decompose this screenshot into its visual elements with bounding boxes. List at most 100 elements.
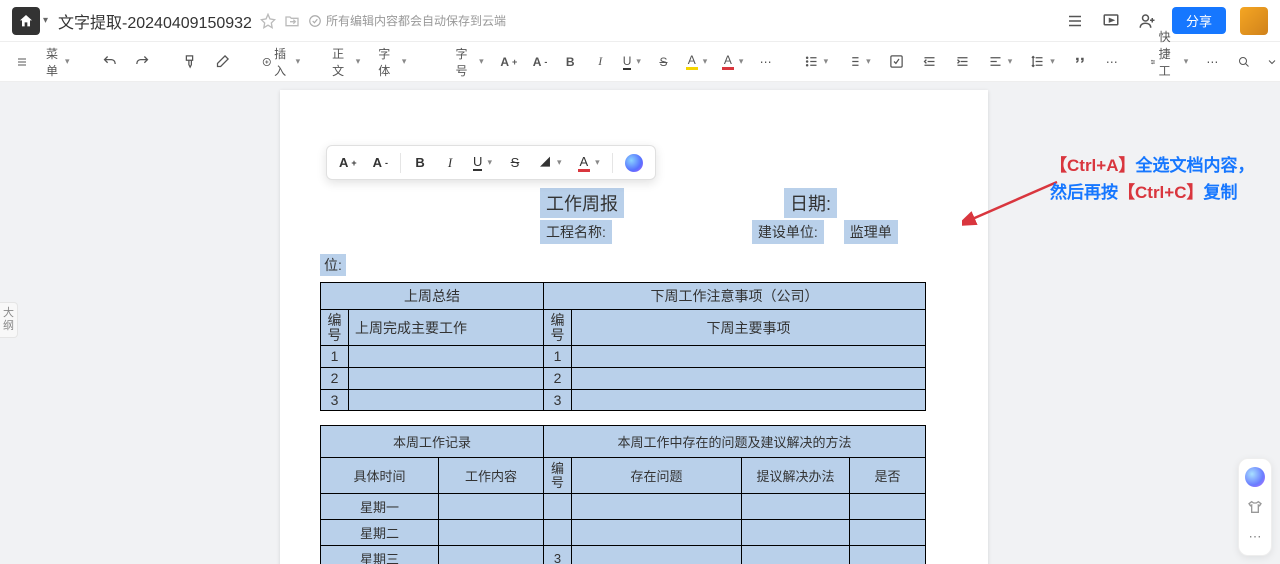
table-row: 11 [321, 346, 926, 368]
user-avatar[interactable] [1240, 7, 1268, 35]
outline-panel-tab[interactable]: 大纲 [0, 302, 18, 338]
supervisor-label: 监理单 [844, 220, 898, 244]
checklist-button[interactable] [883, 50, 910, 73]
font-size-select[interactable]: 字号▾ [450, 41, 490, 83]
more-tools-button[interactable]: ⋯ [1200, 51, 1224, 73]
sliders-icon [1150, 55, 1156, 69]
indent-icon [955, 54, 970, 69]
eraser-icon [215, 54, 230, 69]
format-painter-button[interactable] [176, 50, 203, 73]
search-button[interactable] [1232, 50, 1256, 74]
t1-num-left: 编号 [321, 310, 349, 346]
ctx-decrease-font[interactable]: A- [369, 152, 392, 173]
t1-right-header: 下周工作注意事项（公司） [544, 283, 926, 310]
menu-button[interactable] [1064, 10, 1086, 32]
align-icon [988, 54, 1003, 69]
menu-button[interactable]: 菜单▾ [40, 41, 76, 83]
checklist-icon [889, 54, 904, 69]
build-label: 建设单位: [752, 220, 824, 244]
t1-num-right: 编号 [544, 310, 572, 346]
table-summary: 上周总结 下周工作注意事项（公司） 编号 上周完成主要工作 编号 下周主要事项 … [320, 282, 926, 411]
ctx-strike[interactable]: S [504, 152, 526, 173]
more-actions-button[interactable]: ⋯ [1245, 527, 1265, 547]
paragraph-style-select[interactable]: 正文▾ [326, 41, 366, 83]
redo-button[interactable] [129, 50, 156, 73]
t2-yesno-col: 是否 [850, 458, 926, 494]
line-spacing-icon [1030, 54, 1045, 69]
redo-icon [135, 54, 150, 69]
folder-icon [284, 13, 300, 29]
undo-button[interactable] [96, 50, 123, 73]
decrease-font-button[interactable]: A- [528, 51, 552, 73]
toolbar-menu-toggle[interactable] [10, 51, 34, 73]
wei-row: 位: [320, 254, 948, 276]
editor-canvas[interactable]: 大纲 A+ A- B I U▾ S ◢▾ A▾ 工作周报 日期: 工程名称: 建… [0, 82, 1280, 564]
bold-button[interactable]: B [558, 51, 582, 73]
more-paragraph-button[interactable]: ⋯ [1100, 51, 1124, 73]
document-body[interactable]: 工作周报 日期: 工程名称: 建设单位: 监理单 位: 上周总结 下周工作注意事… [280, 188, 988, 564]
outdent-button[interactable] [916, 50, 943, 73]
ctx-bold[interactable]: B [409, 152, 431, 173]
clear-format-button[interactable] [209, 50, 236, 73]
ctx-italic[interactable]: I [439, 152, 461, 174]
t2-content-col: 工作内容 [439, 458, 544, 494]
more-format-button[interactable]: ⋯ [754, 51, 778, 73]
outdent-icon [922, 54, 937, 69]
home-button[interactable] [12, 7, 40, 35]
project-label: 工程名称: [540, 220, 612, 244]
context-toolbar: A+ A- B I U▾ S ◢▾ A▾ [326, 145, 656, 180]
ctx-highlight[interactable]: ◢▾ [534, 150, 566, 175]
font-family-select[interactable]: 字体▾ [372, 41, 412, 83]
table-row: 星期一 [321, 494, 926, 520]
present-button[interactable] [1100, 10, 1122, 32]
font-color-button[interactable]: A▾ [718, 49, 748, 74]
ordered-list-icon [846, 54, 861, 69]
home-dropdown-caret[interactable]: ▾ [43, 15, 48, 26]
lines-icon [16, 55, 28, 69]
main-toolbar: 菜单▾ 插入▾ 正文▾ 字体▾ 字号▾ A+ A- B I U▾ S A▾ A▾… [0, 42, 1280, 82]
table-row: 星期三3 [321, 546, 926, 564]
t1-left-sub: 上周完成主要工作 [349, 310, 544, 346]
ordered-list-button[interactable]: ▾ [840, 50, 877, 73]
t2-time-col: 具体时间 [321, 458, 439, 494]
home-icon [18, 13, 34, 29]
insert-button[interactable]: 插入▾ [256, 41, 307, 83]
align-button[interactable]: ▾ [982, 50, 1019, 73]
floating-actions: ⋯ [1238, 458, 1272, 556]
bullet-list-icon [804, 54, 819, 69]
ai-icon [625, 154, 643, 172]
wei-label: 位: [320, 254, 346, 276]
line-spacing-button[interactable]: ▾ [1024, 50, 1061, 73]
bullet-list-button[interactable]: ▾ [798, 50, 835, 73]
document-title: 文字提取-20240409150932 [58, 9, 252, 33]
ctx-font-color[interactable]: A▾ [574, 151, 604, 175]
table-weekly: 本周工作记录 本周工作中存在的问题及建议解决的方法 具体时间 工作内容 编号 存… [320, 425, 926, 564]
strikethrough-button[interactable]: S [651, 51, 675, 73]
table-row: 22 [321, 368, 926, 390]
indent-button[interactable] [949, 50, 976, 73]
increase-font-button[interactable]: A+ [496, 51, 522, 73]
ai-assistant-button[interactable] [1245, 467, 1265, 487]
feedback-button[interactable] [1245, 497, 1265, 517]
ctx-increase-font[interactable]: A+ [335, 152, 361, 173]
move-to-folder-button[interactable] [284, 13, 300, 29]
ctx-ai[interactable] [621, 151, 647, 175]
title-row: 工作周报 日期: [320, 188, 948, 218]
chevron-down-icon [1266, 55, 1278, 69]
t2-left-header: 本周工作记录 [321, 426, 544, 458]
t2-suggest-col: 提议解决办法 [742, 458, 850, 494]
check-circle-icon [308, 14, 322, 28]
t2-num-col: 编号 [544, 458, 572, 494]
highlight-button[interactable]: A▾ [681, 49, 711, 74]
ctx-underline[interactable]: U▾ [469, 151, 496, 174]
t1-right-sub: 下周主要事项 [572, 310, 926, 346]
date-label: 日期: [784, 188, 837, 218]
italic-button[interactable]: I [588, 50, 612, 73]
search-icon [1238, 54, 1250, 70]
collapse-toolbar-button[interactable] [1260, 51, 1280, 73]
subtitle-row: 工程名称: 建设单位: 监理单 [320, 220, 948, 244]
star-icon [260, 13, 276, 29]
underline-button[interactable]: U▾ [618, 50, 645, 74]
star-button[interactable] [260, 13, 276, 29]
quote-button[interactable] [1067, 50, 1094, 73]
